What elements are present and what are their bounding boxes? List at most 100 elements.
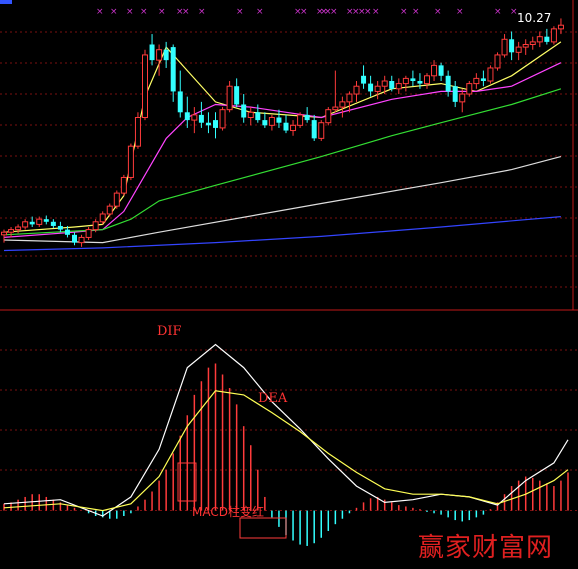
candle-body (106, 205, 113, 215)
candle-body (205, 122, 211, 126)
candle-body (529, 41, 536, 45)
top-marker-cross: × (182, 7, 190, 17)
top-marker-cross: × (158, 7, 166, 17)
candle-body (557, 24, 564, 30)
candle-body (550, 28, 557, 43)
candle-body (466, 83, 473, 95)
candle-body (374, 85, 381, 92)
candle-body (297, 114, 304, 126)
candle-body (213, 120, 218, 128)
top-marker-cross: × (256, 7, 264, 17)
candle-body (339, 101, 346, 108)
candle-body (445, 75, 451, 92)
candle-body (381, 80, 388, 87)
candlesticks (1, 18, 564, 247)
top-marker-cross: × (456, 7, 464, 17)
top-marker-cross: × (400, 7, 408, 17)
candle-body (22, 221, 29, 228)
top-marker-cross: × (126, 7, 134, 17)
candle-body (353, 85, 360, 95)
top-marker-cross: × (494, 7, 502, 17)
candle-body (50, 221, 56, 226)
top-marker-cross: × (110, 7, 118, 17)
candle-body (134, 117, 141, 147)
candle-body (184, 112, 190, 121)
candle-body (36, 218, 43, 225)
candle-body (29, 221, 35, 225)
candle-body (494, 54, 501, 69)
candle-body (522, 44, 529, 48)
candle-body (262, 120, 268, 126)
candle-body (515, 46, 522, 53)
top-marks: × × × × × ×× × × × ×× ×××× ×××× × × × × × × × (0, 0, 518, 17)
candle-body (247, 111, 254, 118)
top-marker-cross: × (236, 7, 244, 17)
candle-body (198, 114, 204, 123)
candle-body (177, 91, 183, 113)
candle-body (226, 85, 233, 111)
moving-average-line (3, 62, 562, 238)
candle-body (156, 49, 163, 61)
candle-body (15, 226, 22, 231)
candle-body (402, 77, 409, 85)
top-marker-cross: × (140, 7, 148, 17)
candle-body (43, 219, 49, 222)
candle-body (283, 122, 289, 131)
moving-average-line (3, 41, 562, 233)
candle-body (57, 225, 63, 230)
candle-body (170, 47, 176, 92)
candle-body (332, 106, 339, 111)
candle-body (368, 83, 374, 92)
candle-body (438, 65, 444, 76)
top-marker-cross: × (412, 7, 420, 17)
candle-body (241, 104, 247, 118)
candle-body (92, 221, 99, 231)
watermark: 赢家财富网 (418, 533, 553, 563)
candle-body (424, 75, 430, 85)
candle-body (431, 64, 438, 77)
candle-body (361, 75, 367, 84)
dif-label: DIF (157, 324, 182, 339)
candle-body (113, 192, 120, 207)
candle-body (290, 124, 297, 132)
price-label: 10.27 (517, 11, 551, 25)
top-marker-cross: × (300, 7, 308, 17)
candle-body (509, 39, 515, 53)
candle-body (127, 145, 134, 178)
moving-average-line (3, 88, 562, 236)
candle-body (85, 229, 92, 238)
candle-body (64, 229, 70, 235)
candle-body (1, 231, 7, 236)
candle-body (501, 38, 508, 56)
candle-body (536, 36, 543, 43)
candle-body (318, 122, 325, 139)
top-marker-cross: × (434, 7, 442, 17)
candle-body (346, 93, 353, 103)
candle-body (389, 81, 395, 89)
candle-body (311, 120, 317, 139)
candle-body (120, 176, 127, 194)
candle-body (480, 78, 486, 81)
candle-body (149, 44, 155, 61)
candle-body (72, 234, 77, 243)
dea-label: DEA (258, 391, 288, 406)
macd-note-label: MACD柱变红 (192, 504, 264, 519)
candle-body (255, 112, 261, 121)
corner-mark (0, 0, 12, 4)
candle-body (410, 78, 416, 81)
candle-body (459, 93, 466, 103)
top-marker-cross: × (198, 7, 206, 17)
top-marker-cross: × (372, 7, 380, 17)
stock-chart: × × × × × × × × × × × × × × × × × × × × × × × × × × × 10.27 DIF DE… (0, 0, 578, 569)
candle-body (234, 86, 240, 105)
candle-body (163, 49, 169, 61)
candle-body (99, 213, 106, 223)
candle-body (417, 81, 423, 84)
candle-body (219, 109, 226, 129)
candle-body (544, 36, 550, 42)
dea-line (3, 390, 569, 512)
top-marker-cross: × (96, 7, 104, 17)
candle-body (8, 229, 15, 233)
candle-body (395, 83, 402, 90)
candle-body (325, 109, 332, 124)
